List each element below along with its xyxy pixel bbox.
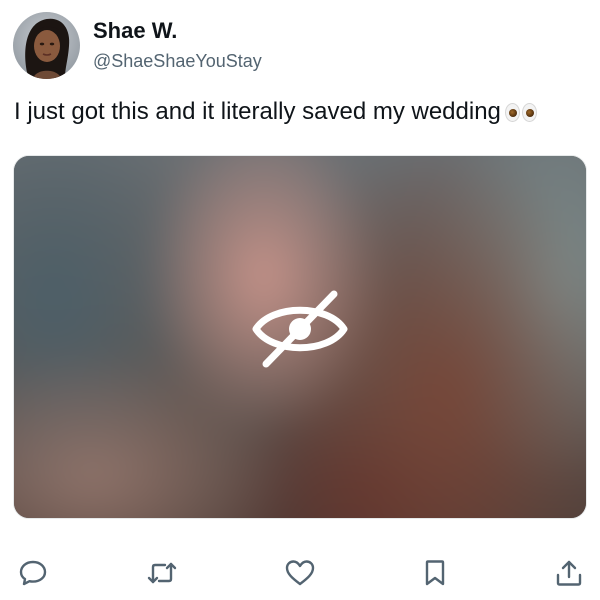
eye-right-icon	[521, 102, 537, 122]
like-button[interactable]	[283, 556, 317, 590]
retweet-button[interactable]	[145, 556, 179, 590]
user-handle[interactable]: @ShaeShaeYouStay	[93, 49, 262, 73]
display-name[interactable]: Shae W.	[93, 17, 262, 45]
eye-left-icon	[504, 102, 520, 122]
tweet-header: Shae W. @ShaeShaeYouStay	[13, 10, 262, 80]
hidden-media[interactable]	[13, 155, 587, 519]
speech-bubble-icon	[19, 560, 47, 586]
share-upload-icon	[556, 560, 582, 586]
bookmark-icon	[425, 560, 445, 586]
tweet-text: I just got this and it literally saved m…	[14, 96, 537, 128]
tweet-card[interactable]: Shae W. @ShaeShaeYouStay I just got this…	[0, 0, 600, 600]
user-names: Shae W. @ShaeShaeYouStay	[93, 17, 262, 73]
retweet-arrows-icon	[147, 562, 177, 584]
tweet-body: I just got this and it literally saved m…	[14, 98, 501, 125]
bookmark-button[interactable]	[418, 556, 452, 590]
action-bar	[0, 556, 600, 592]
eye-slash-icon	[252, 290, 348, 368]
heart-icon	[285, 560, 315, 586]
avatar[interactable]	[13, 11, 80, 79]
reply-button[interactable]	[16, 556, 50, 590]
eyes-emoji	[504, 102, 537, 122]
share-button[interactable]	[552, 556, 586, 590]
